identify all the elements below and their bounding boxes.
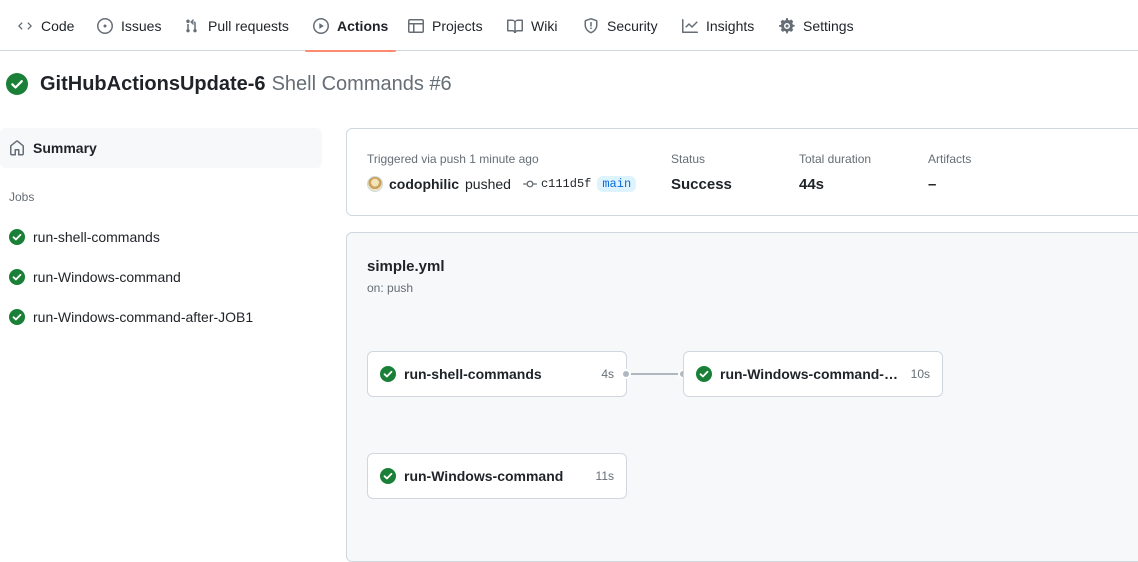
graph-job-run-windows-command[interactable]: run-Windows-command 11s [367,453,627,499]
tab-security[interactable]: Security [575,0,666,51]
avatar[interactable] [367,176,383,192]
job-label: run-Windows-command-after-JOB1 [33,309,254,325]
status-value: Success [671,176,732,193]
artifacts-label: Artifacts [928,152,972,166]
home-icon [10,140,24,156]
node-name: run-Windows-command-after-JOB1 [720,366,903,382]
tab-pull-requests[interactable]: Pull requests [176,0,297,51]
tab-insights[interactable]: Insights [674,0,762,51]
summary-label: Summary [33,140,97,156]
check-circle-icon [696,366,712,382]
tab-actions[interactable]: Actions [305,0,397,52]
run-header: GitHubActionsUpdate-6 Shell Commands #6 [6,70,452,98]
tab-label: Security [607,17,658,34]
tab-label: Pull requests [208,17,289,34]
tab-label: Projects [432,17,483,34]
sidebar-job-run-windows-command-after-job1[interactable]: run-Windows-command-after-JOB1 [9,307,253,327]
play-icon [313,17,329,34]
tab-label: Issues [121,17,162,34]
graph-job-run-shell-commands[interactable]: run-shell-commands 4s [367,351,627,397]
check-circle-icon [6,73,28,95]
node-duration: 11s [595,469,614,483]
status-label: Status [671,152,706,166]
tab-label: Actions [337,17,389,34]
connector-dot [621,369,631,379]
user-link[interactable]: codophilic [389,176,459,192]
duration-value: 44s [799,176,825,193]
node-duration: 10s [910,367,930,381]
check-circle-icon [380,366,396,382]
sidebar-job-run-shell-commands[interactable]: run-shell-commands [9,227,160,247]
check-circle-icon [9,309,25,325]
workflow-trigger: on: push [367,281,414,295]
code-icon [18,21,32,30]
push-info: codophilic pushed c111d5f main [367,176,637,192]
tab-issues[interactable]: Issues [89,0,169,51]
shield-icon [584,17,598,33]
tab-label: Wiki [531,17,558,34]
check-circle-icon [9,229,25,245]
issue-icon [97,17,113,34]
table-icon [408,18,424,33]
tab-projects[interactable]: Projects [400,0,491,51]
artifacts-value: – [928,176,937,193]
run-name: Shell Commands #6 [271,72,452,95]
job-label: run-shell-commands [33,229,160,245]
workflow-graph: simple.yml on: push run-shell-commands 4… [346,232,1138,562]
commit-link[interactable]: c111d5f [522,177,592,191]
job-dependency-connector [628,373,684,375]
book-icon [507,19,523,33]
tab-label: Settings [803,17,854,34]
sidebar-job-run-windows-command[interactable]: run-Windows-command [9,267,181,287]
jobs-heading: Jobs [9,190,35,204]
tab-label: Code [41,17,75,34]
node-duration: 4s [601,367,614,381]
run-summary-box: Triggered via push 1 minute ago codophil… [346,128,1138,216]
node-name: run-shell-commands [404,366,542,382]
graph-icon [682,18,698,33]
tab-settings[interactable]: Settings [771,0,862,51]
tab-wiki[interactable]: Wiki [499,0,565,51]
graph-job-run-windows-command-after-job1[interactable]: run-Windows-command-after-JOB1 10s [683,351,943,397]
pull-request-icon [186,18,197,32]
gear-icon [779,17,795,33]
push-action: pushed [465,176,511,192]
check-circle-icon [9,269,25,285]
tab-code[interactable]: Code [9,0,82,51]
page-title: GitHubActionsUpdate-6 Shell Commands #6 [40,73,452,96]
check-circle-icon [380,468,396,484]
tab-label: Insights [706,17,755,34]
branch-badge[interactable]: main [597,176,637,192]
repo-nav: Code Issues Pull requests Actions Projec… [0,0,1138,52]
commit-sha: c111d5f [540,177,592,191]
duration-label: Total duration [799,152,872,166]
commit-icon [522,180,537,188]
run-branch: GitHubActionsUpdate-6 [40,72,266,95]
summary-link[interactable]: Summary [0,128,322,168]
job-label: run-Windows-command [33,269,181,285]
node-name: run-Windows-command [404,468,564,484]
trigger-text: Triggered via push 1 minute ago [367,152,539,166]
workflow-file[interactable]: simple.yml [367,258,445,275]
